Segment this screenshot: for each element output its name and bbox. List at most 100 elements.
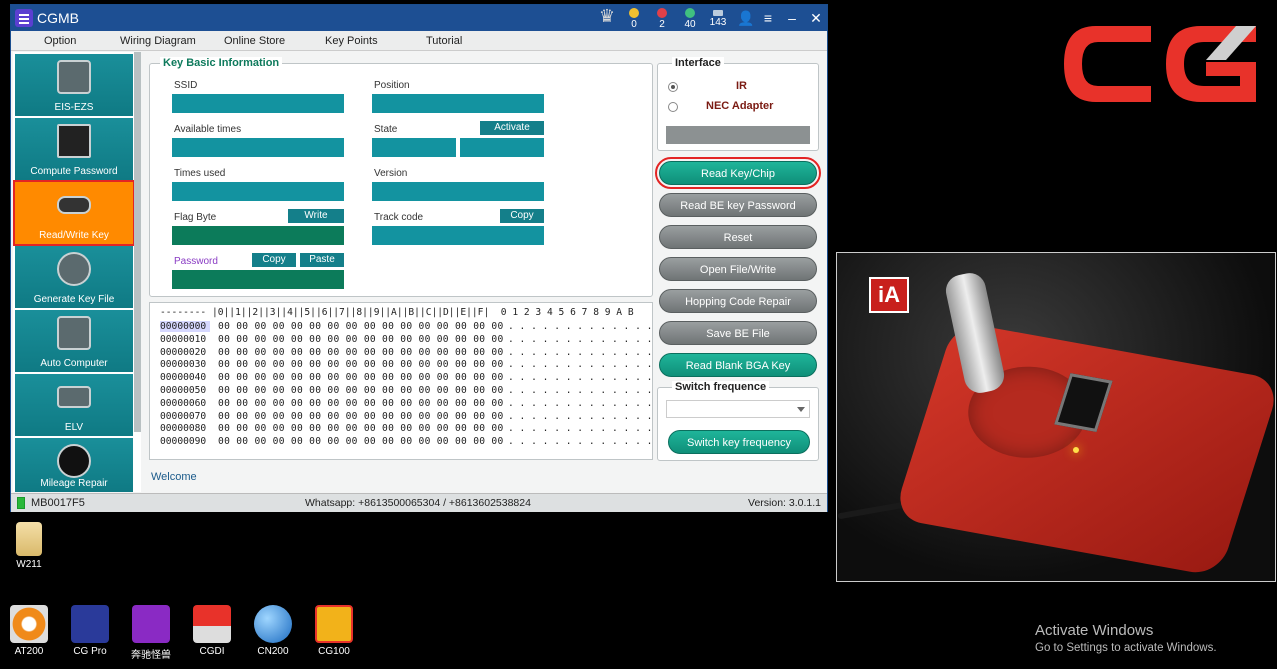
track-copy-button[interactable]: Copy [500, 209, 544, 223]
hex-row-bytes[interactable]: 00 00 00 00 00 00 00 00 00 00 00 00 00 0… [218, 411, 504, 422]
version-field[interactable] [372, 182, 544, 201]
password-paste-button[interactable]: Paste [300, 253, 344, 267]
contact-info: Whatsapp: +8613500065304 / +861360253882… [305, 497, 531, 509]
available-times-field[interactable] [172, 138, 344, 157]
taskbar-cg100[interactable]: CG100 [311, 605, 357, 657]
nav-elv[interactable]: ELV [15, 374, 133, 436]
ir-radio[interactable] [668, 82, 678, 92]
hex-row-bytes[interactable]: 00 00 00 00 00 00 00 00 00 00 00 00 00 0… [218, 334, 504, 345]
read-blank-bga-key-button[interactable]: Read Blank BGA Key [659, 353, 817, 377]
reset-button[interactable]: Reset [659, 225, 817, 249]
hex-row-ascii[interactable]: . . . . . . . . . . . . . [508, 411, 652, 422]
nav-generate-key-file[interactable]: Generate Key File [15, 246, 133, 308]
green-gem-stat[interactable]: 40 [681, 6, 699, 30]
nav-auto-computer[interactable]: Auto Computer [15, 310, 133, 372]
read-key-chip-button[interactable]: Read Key/Chip [655, 157, 821, 189]
cn200-icon [254, 605, 292, 643]
menu-key-points[interactable]: Key Points [325, 35, 378, 47]
password-field[interactable] [172, 270, 344, 289]
crown-icon[interactable]: ♛ [599, 6, 615, 27]
menu-icon[interactable]: ≡ [761, 10, 775, 26]
times-used-field[interactable] [172, 182, 344, 201]
menu-tutorial[interactable]: Tutorial [426, 35, 462, 47]
taskbar-cn200[interactable]: CN200 [250, 605, 296, 657]
video-panel: iA [836, 252, 1276, 582]
hex-row-address[interactable]: 00000000 [160, 321, 210, 332]
state-field-1[interactable] [372, 138, 456, 157]
hex-row-bytes[interactable]: 00 00 00 00 00 00 00 00 00 00 00 00 00 0… [218, 372, 504, 383]
user-icon[interactable]: 👤 [737, 10, 754, 27]
minimize-icon[interactable]: – [785, 10, 799, 26]
hex-row-address[interactable]: 00000060 [160, 398, 210, 409]
open-file-write-button[interactable]: Open File/Write [659, 257, 817, 281]
hex-row-address[interactable]: 00000020 [160, 347, 210, 358]
taskbar-at200[interactable]: AT200 [6, 605, 52, 657]
hex-row-ascii[interactable]: . . . . . . . . . . . . . [508, 423, 652, 434]
hex-row-address[interactable]: 00000080 [160, 423, 210, 434]
available-times-label: Available times [174, 124, 242, 135]
menu-option[interactable]: Option [44, 35, 76, 47]
flag-byte-field[interactable] [172, 226, 344, 245]
switch-key-frequency-button[interactable]: Switch key frequency [668, 430, 810, 454]
track-code-field[interactable] [372, 226, 544, 245]
times-used-label: Times used [174, 168, 226, 179]
taskbar-benz-monster[interactable]: 奔驰怪兽 [128, 605, 174, 661]
hex-row-ascii[interactable]: . . . . . . . . . . . . . [508, 321, 652, 332]
desktop-folder-w211[interactable]: W211 [6, 522, 52, 570]
state-field-2[interactable] [460, 138, 544, 157]
ssid-field[interactable] [172, 94, 344, 113]
save-be-file-button[interactable]: Save BE File [659, 321, 817, 345]
nav-read-write-key[interactable]: Read/Write Key [13, 180, 135, 246]
hex-row-ascii[interactable]: . . . . . . . . . . . . . [508, 385, 652, 396]
hex-row-bytes[interactable]: 00 00 00 00 00 00 00 00 00 00 00 00 00 0… [218, 398, 504, 409]
bars-stat[interactable]: 143 [709, 6, 727, 28]
frequency-select[interactable] [666, 400, 810, 418]
hex-row-bytes[interactable]: 00 00 00 00 00 00 00 00 00 00 00 00 00 0… [218, 359, 504, 370]
password-copy-button[interactable]: Copy [252, 253, 296, 267]
hex-row-ascii[interactable]: . . . . . . . . . . . . . [508, 359, 652, 370]
cg-pro-icon [71, 605, 109, 643]
gold-stat[interactable]: 0 [625, 6, 643, 30]
hex-row-bytes[interactable]: 00 00 00 00 00 00 00 00 00 00 00 00 00 0… [218, 347, 504, 358]
red-gem-stat[interactable]: 2 [653, 6, 671, 30]
hex-row-bytes[interactable]: 00 00 00 00 00 00 00 00 00 00 00 00 00 0… [218, 385, 504, 396]
hopping-code-repair-button[interactable]: Hopping Code Repair [659, 289, 817, 313]
activate-button[interactable]: Activate [480, 121, 544, 135]
hex-row-bytes[interactable]: 00 00 00 00 00 00 00 00 00 00 00 00 00 0… [218, 321, 504, 332]
hex-row-address[interactable]: 00000010 [160, 334, 210, 345]
generate-key-file-icon [57, 252, 91, 286]
write-button[interactable]: Write [288, 209, 344, 223]
hex-row-ascii[interactable]: . . . . . . . . . . . . . [508, 347, 652, 358]
hex-row-address[interactable]: 00000040 [160, 372, 210, 383]
sidebar-scrollbar[interactable] [134, 52, 141, 432]
nav-mileage-repair[interactable]: Mileage Repair [15, 438, 133, 492]
hex-row-ascii[interactable]: . . . . . . . . . . . . . [508, 436, 652, 447]
menu-online-store[interactable]: Online Store [224, 35, 285, 47]
hex-row-bytes[interactable]: 00 00 00 00 00 00 00 00 00 00 00 00 00 0… [218, 436, 504, 447]
hex-row-address[interactable]: 00000090 [160, 436, 210, 447]
taskbar-cg-pro[interactable]: CG Pro [67, 605, 113, 657]
track-code-label: Track code [374, 212, 424, 223]
interface-status-bar [666, 126, 810, 144]
nav-eis-ezs[interactable]: EIS-EZS [15, 54, 133, 116]
hex-row-ascii[interactable]: . . . . . . . . . . . . . [508, 398, 652, 409]
position-field[interactable] [372, 94, 544, 113]
hex-editor[interactable]: -------- |0||1||2||3||4||5||6||7||8||9||… [149, 302, 653, 460]
hex-row-ascii[interactable]: . . . . . . . . . . . . . [508, 334, 652, 345]
title-bar: CGMB ♛ 0 2 40 143 👤 ≡ – ✕ [11, 5, 827, 31]
activate-windows-watermark: Activate Windows Go to Settings to activ… [1035, 622, 1217, 654]
close-icon[interactable]: ✕ [809, 10, 823, 27]
ssid-label: SSID [174, 80, 198, 91]
taskbar-cgdi[interactable]: CGDI [189, 605, 235, 657]
interface-legend: Interface [672, 57, 724, 69]
hex-row-address[interactable]: 00000050 [160, 385, 210, 396]
hex-row-address[interactable]: 00000070 [160, 411, 210, 422]
nav-compute-password[interactable]: Compute Password [15, 118, 133, 180]
menu-wiring-diagram[interactable]: Wiring Diagram [120, 35, 196, 47]
nec-adapter-radio[interactable] [668, 102, 678, 112]
hex-row-ascii[interactable]: . . . . . . . . . . . . . [508, 372, 652, 383]
hex-row-bytes[interactable]: 00 00 00 00 00 00 00 00 00 00 00 00 00 0… [218, 423, 504, 434]
interface-group: Interface IR NEC Adapter [657, 57, 819, 151]
read-be-key-password-button[interactable]: Read BE key Password [659, 193, 817, 217]
hex-row-address[interactable]: 00000030 [160, 359, 210, 370]
